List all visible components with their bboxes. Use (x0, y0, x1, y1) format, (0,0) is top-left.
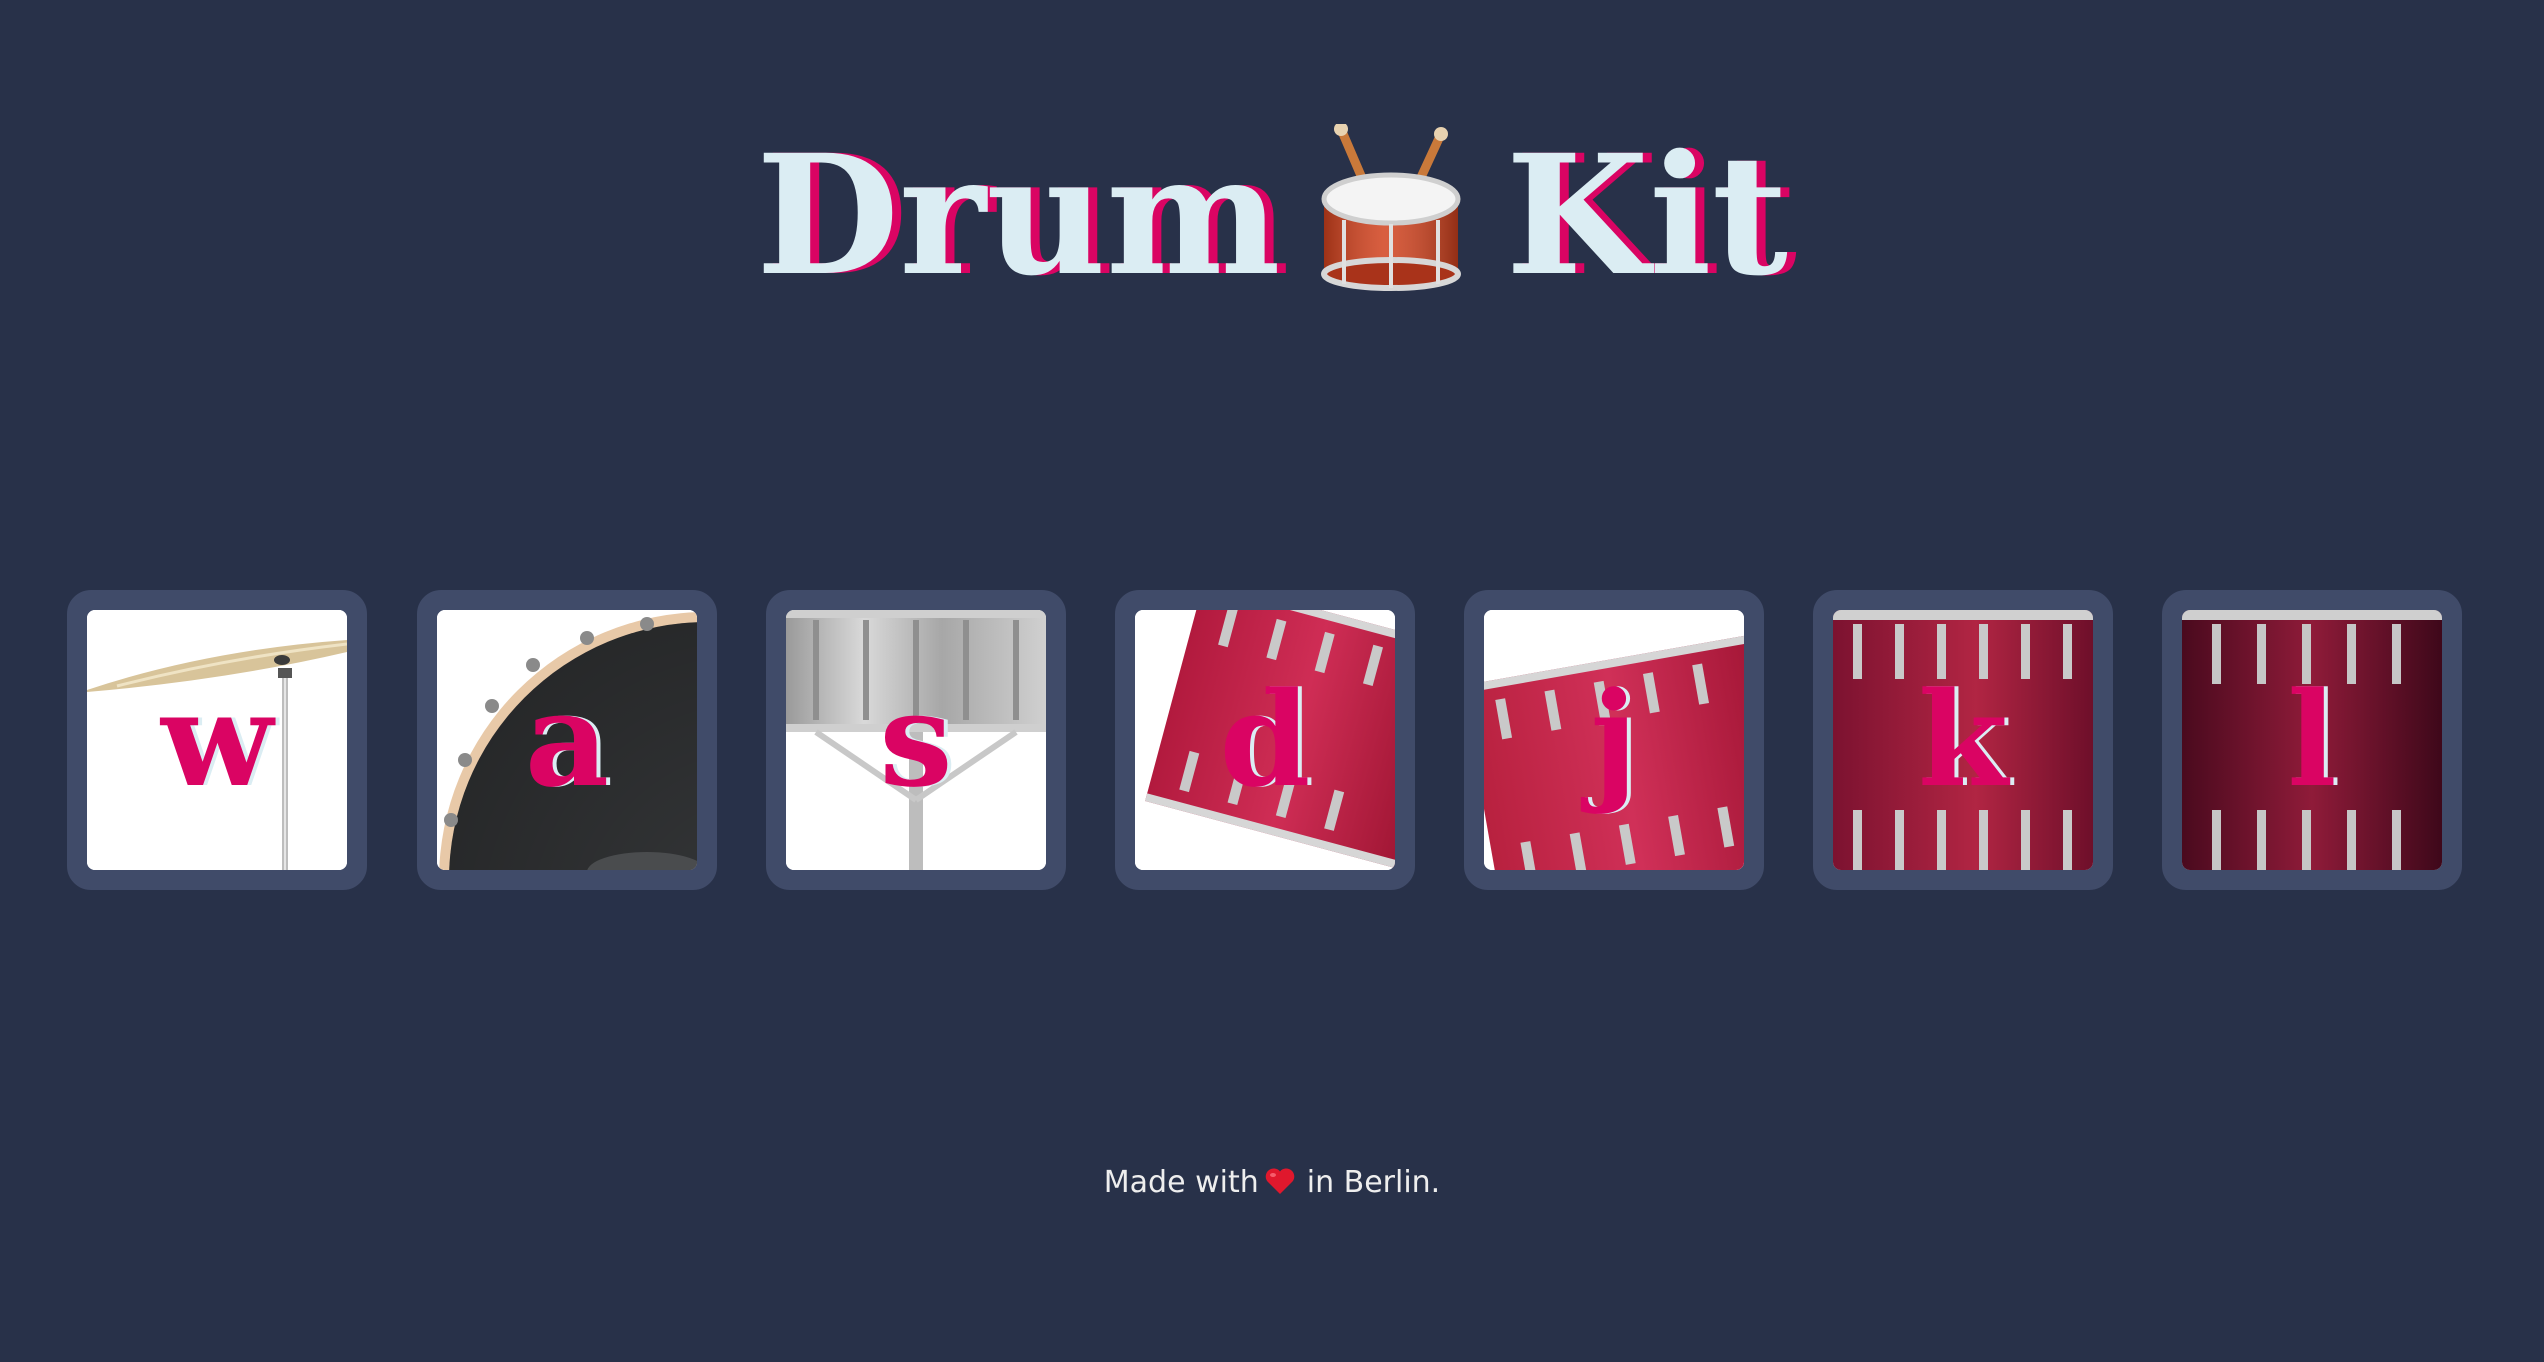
drum-key-label: s (879, 663, 953, 816)
drum-key-label: d (1219, 663, 1311, 816)
drum-button-j[interactable]: j (1464, 590, 1764, 890)
drum-button-l[interactable]: l (2162, 590, 2462, 890)
footer-text-before: Made with (1103, 1165, 1259, 1200)
drum-key-label: a (524, 663, 610, 816)
drum-button-d[interactable]: d (1115, 590, 1415, 890)
drum-key-label: w (161, 663, 273, 816)
heart-icon (1265, 1167, 1295, 1195)
drum-key-label: l (2287, 663, 2337, 816)
page-title: Drum Kit (0, 100, 2544, 315)
drum-button-a[interactable]: a (417, 590, 717, 890)
drum-set: w a s d j k l (0, 590, 2544, 890)
title-word-kit: Kit (1505, 118, 1788, 313)
footer-text-after: in Berlin. (1306, 1165, 1441, 1200)
drum-icon (1316, 122, 1466, 294)
drum-button-w[interactable]: w (67, 590, 367, 890)
drum-button-s[interactable]: s (766, 590, 1066, 890)
drum-button-k[interactable]: k (1813, 590, 2113, 890)
drum-key-label: k (1917, 663, 2009, 816)
footer: Made with in Berlin. (0, 1165, 2544, 1200)
title-word-drum: Drum (756, 118, 1281, 313)
drum-key-label: j (1590, 663, 1638, 816)
